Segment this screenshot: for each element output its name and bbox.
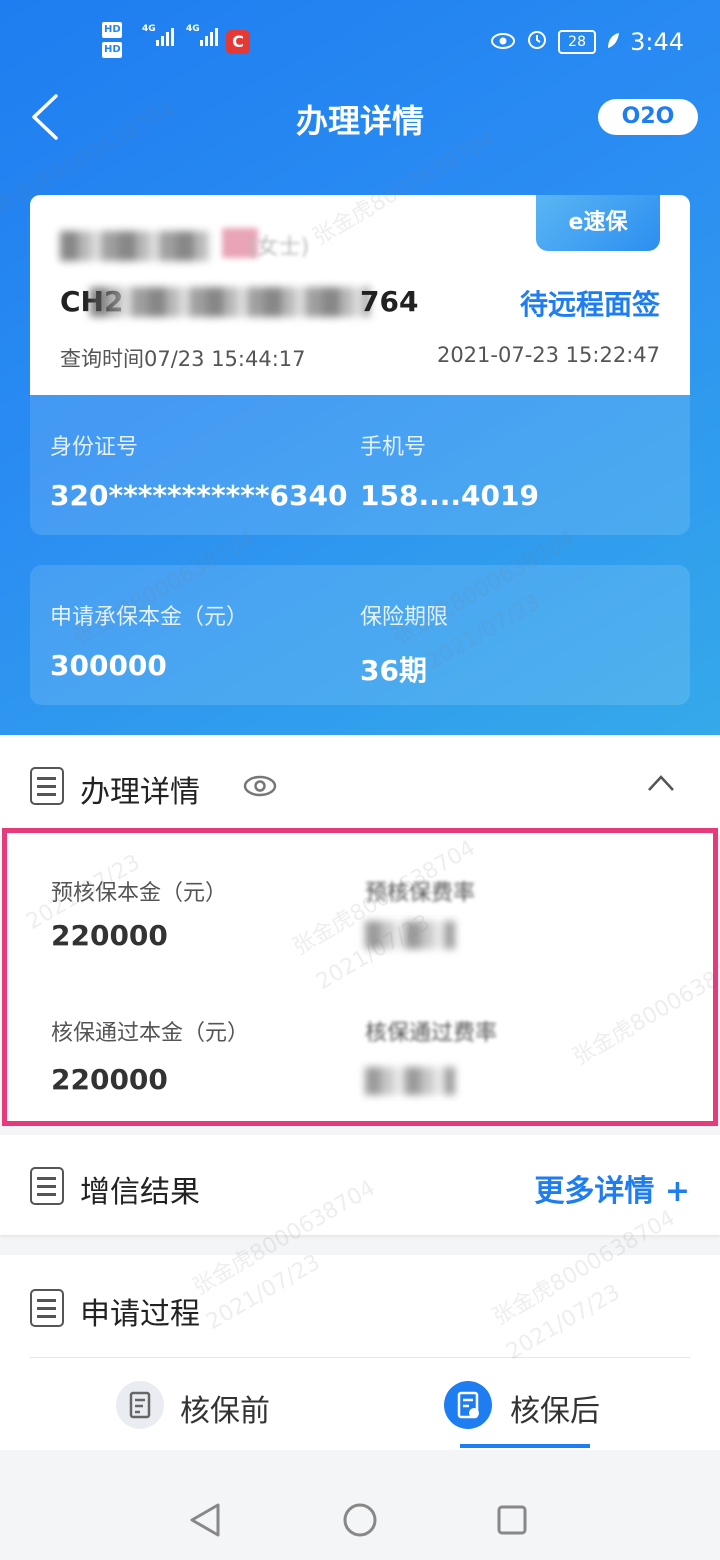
id-phone-panel: 身份证号 320***********6340 手机号 158....4019 — [30, 395, 690, 535]
credit-title: 增信结果 — [80, 1175, 200, 1210]
list-icon — [30, 767, 64, 805]
home-circle-icon[interactable] — [342, 1502, 378, 1542]
leaf-icon — [606, 28, 620, 56]
application-status: 待远程面签 — [519, 288, 660, 321]
name-suffix: (女士) — [248, 235, 310, 260]
pre-amount-label: 预核保本金（元） — [51, 881, 228, 906]
application-card: (女士) CH2 764 e速保 待远程面签 查询时间07/23 15:44:1… — [30, 195, 690, 395]
amount-label: 申请承保本金（元） — [50, 605, 249, 630]
details-title: 办理详情 — [80, 775, 200, 810]
tab-after-label: 核保后 — [510, 1394, 600, 1429]
document-check-icon — [444, 1381, 492, 1429]
e-insurance-tag: e速保 — [536, 195, 660, 251]
more-details-link[interactable]: 更多详情 + — [534, 1166, 690, 1210]
signal-icon: 4G — [186, 24, 218, 46]
pre-amount-value: 220000 — [51, 919, 168, 952]
underwriting-details-box: 预核保本金（元） 220000 预核保费率 核保通过本金（元） 220000 核… — [2, 828, 718, 1126]
app-notification-icon: C — [226, 30, 250, 54]
chevron-up-icon[interactable] — [646, 772, 676, 798]
pass-amount-label: 核保通过本金（元） — [51, 1021, 250, 1046]
application-datetime: 2021-07-23 15:22:47 — [436, 343, 660, 367]
battery-icon: 28 — [558, 30, 597, 54]
eye-comfort-icon — [490, 28, 516, 56]
masked-pass-rate — [365, 1067, 455, 1095]
phone-value: 158....4019 — [360, 479, 539, 512]
pass-rate-label: 核保通过费率 — [365, 1021, 498, 1046]
list-icon — [30, 1167, 64, 1205]
pass-amount-value: 220000 — [51, 1063, 168, 1096]
process-section: 申请过程 — [0, 1255, 720, 1450]
o2o-badge[interactable]: O2O — [598, 99, 698, 135]
phone-label: 手机号 — [360, 435, 427, 460]
order-number-tail: 764 — [360, 285, 419, 318]
signal-icon: 4G — [142, 24, 174, 46]
active-tab-indicator — [460, 1444, 590, 1448]
document-edit-icon — [116, 1381, 164, 1429]
term-label: 保险期限 — [360, 605, 449, 630]
masked-name — [60, 231, 210, 261]
status-bar: HD HD 4G 4G C 28 3:44 — [0, 0, 720, 84]
alarm-icon — [526, 28, 548, 56]
pre-rate-label: 预核保费率 — [365, 881, 476, 906]
loan-panel: 申请承保本金（元） 300000 保险期限 36期 — [30, 565, 690, 705]
id-label: 身份证号 — [50, 435, 139, 460]
amount-value: 300000 — [50, 649, 167, 682]
divider — [30, 1357, 690, 1358]
id-value: 320***********6340 — [50, 479, 348, 512]
system-navigation-bar — [0, 1450, 720, 1560]
process-title: 申请过程 — [80, 1297, 200, 1332]
details-section-header[interactable]: 办理详情 — [0, 735, 720, 835]
recents-square-icon[interactable] — [496, 1504, 528, 1540]
masked-pre-rate — [365, 921, 455, 949]
term-value: 36期 — [360, 654, 427, 687]
list-icon — [30, 1289, 64, 1327]
hd-indicator: HD HD — [102, 22, 122, 62]
tab-before-label: 核保前 — [180, 1394, 270, 1429]
masked-order-number — [90, 287, 370, 317]
clock-time: 3:44 — [630, 28, 684, 56]
eye-icon[interactable] — [242, 774, 278, 802]
query-time: 查询时间07/23 15:44:17 — [60, 347, 306, 371]
back-triangle-icon[interactable] — [188, 1502, 222, 1542]
